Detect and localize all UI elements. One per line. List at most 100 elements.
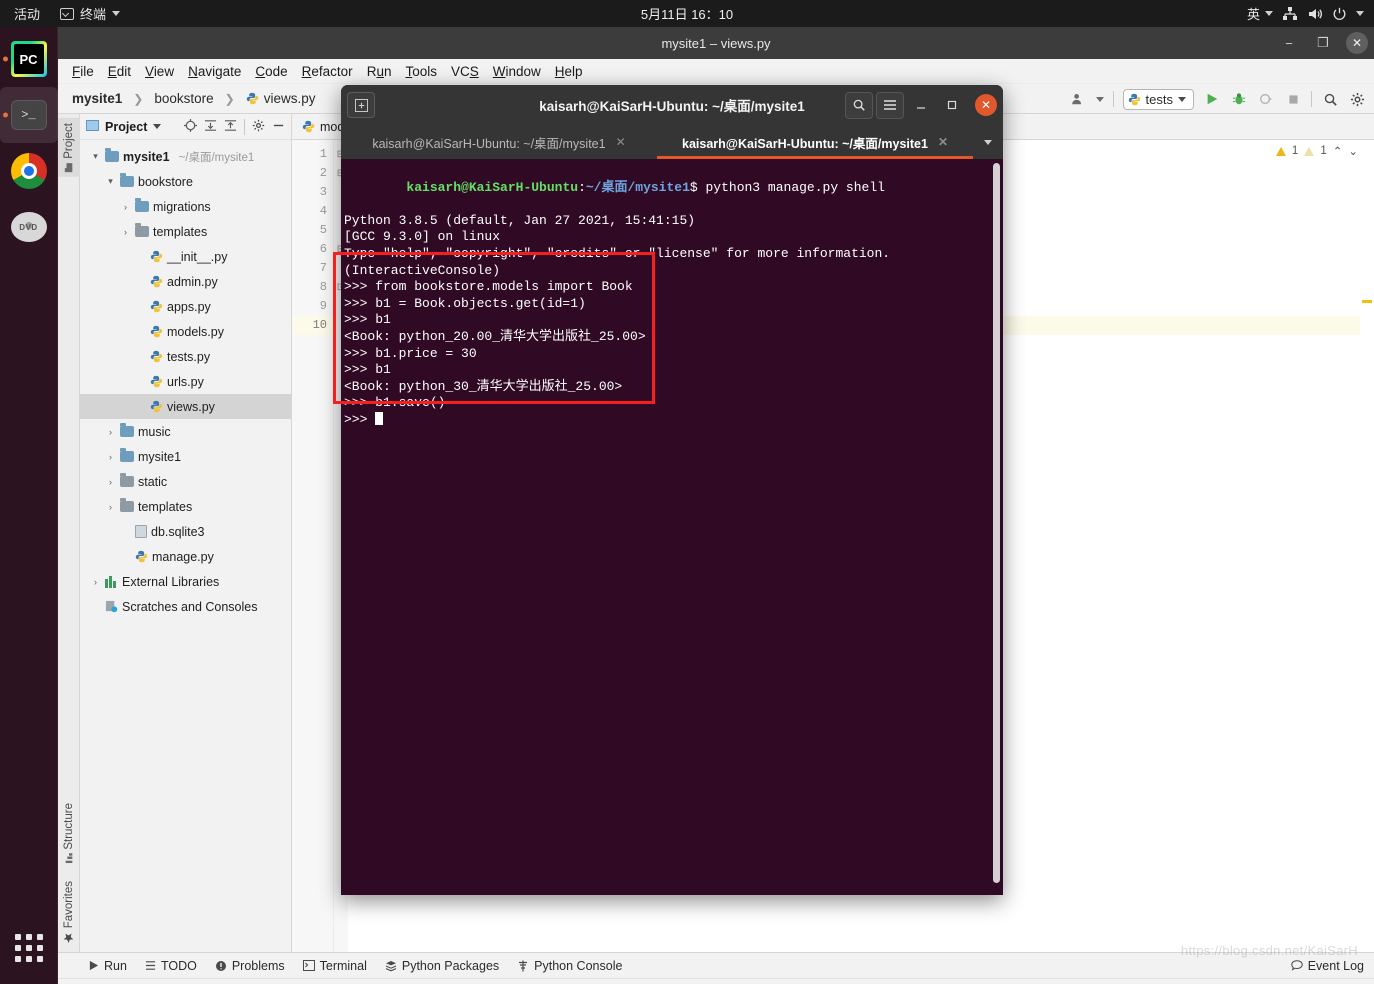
menu-run[interactable]: Run bbox=[367, 64, 392, 79]
sidebar-item-project[interactable]: Project bbox=[58, 118, 80, 177]
chevron-down-icon[interactable] bbox=[973, 125, 1003, 159]
tool-window-problems[interactable]: Problems bbox=[215, 959, 285, 973]
tree-expand-arrow[interactable]: ▾ bbox=[105, 176, 116, 187]
tree-expand-arrow[interactable]: › bbox=[120, 202, 131, 212]
activities-button[interactable]: 活动 bbox=[0, 4, 52, 23]
chevron-down-icon[interactable] bbox=[153, 124, 162, 129]
tree-item--init-py[interactable]: __init__.py bbox=[80, 244, 291, 269]
search-icon[interactable] bbox=[1321, 90, 1339, 108]
next-problem-button[interactable]: ⌄ bbox=[1348, 144, 1358, 158]
tree-item-bookstore[interactable]: ▾ bookstore bbox=[80, 169, 291, 194]
menu-file[interactable]: File bbox=[72, 64, 94, 79]
tree-item-models-py[interactable]: models.py bbox=[80, 319, 291, 344]
tool-window-terminal[interactable]: Terminal bbox=[302, 959, 367, 973]
breadcrumb-item-bookstore[interactable]: bookstore bbox=[154, 91, 213, 106]
tree-expand-arrow[interactable]: › bbox=[90, 577, 101, 587]
tree-item-music[interactable]: › music bbox=[80, 419, 291, 444]
menu-tools[interactable]: Tools bbox=[405, 64, 437, 79]
terminal-tab-2[interactable]: kaisarh@KaiSarH-Ubuntu: ~/桌面/mysite1 ✕ bbox=[657, 125, 973, 159]
tree-item-external-libraries[interactable]: › External Libraries bbox=[80, 569, 291, 594]
tree-item-mysite1[interactable]: › mysite1 bbox=[80, 444, 291, 469]
settings-icon[interactable] bbox=[252, 119, 265, 135]
tree-item-templates[interactable]: › templates bbox=[80, 494, 291, 519]
menu-vcs[interactable]: VCS bbox=[451, 64, 479, 79]
menu-refactor[interactable]: Refactor bbox=[302, 64, 353, 79]
tree-item-templates[interactable]: › templates bbox=[80, 219, 291, 244]
power-icon[interactable] bbox=[1332, 7, 1347, 21]
expand-all-icon[interactable] bbox=[204, 119, 217, 135]
hamburger-menu-icon[interactable] bbox=[876, 91, 904, 119]
tree-item-mysite1[interactable]: ▾ mysite1 ~/桌面/mysite1 bbox=[80, 144, 291, 169]
menu-window[interactable]: Window bbox=[493, 64, 541, 79]
tree-item-db-sqlite3[interactable]: db.sqlite3 bbox=[80, 519, 291, 544]
run-icon[interactable] bbox=[1203, 90, 1221, 108]
sidebar-item-structure[interactable]: Structure bbox=[58, 798, 80, 868]
inspection-widget[interactable]: 1 1 ⌃ ⌄ bbox=[1275, 144, 1358, 158]
tool-window-todo[interactable]: TODO bbox=[145, 959, 197, 973]
terminal-minimize-button[interactable] bbox=[907, 92, 935, 119]
menu-help[interactable]: Help bbox=[555, 64, 583, 79]
tool-window-run[interactable]: Run bbox=[88, 959, 127, 973]
collapse-all-icon[interactable] bbox=[224, 119, 237, 135]
dock-item-chrome[interactable] bbox=[0, 143, 58, 199]
tree-item-static[interactable]: › static bbox=[80, 469, 291, 494]
run-configuration-selector[interactable]: tests bbox=[1122, 88, 1194, 110]
warning-marker[interactable] bbox=[1362, 300, 1372, 303]
event-log-button[interactable]: Event Log bbox=[1291, 959, 1364, 973]
editor-marker-strip[interactable] bbox=[1360, 140, 1374, 952]
dock-item-pycharm[interactable]: PC bbox=[0, 31, 58, 87]
terminal-close-button[interactable]: ✕ bbox=[975, 94, 997, 116]
tree-expand-arrow[interactable]: ▾ bbox=[90, 151, 101, 162]
terminal-maximize-button[interactable] bbox=[938, 92, 966, 119]
new-tab-icon[interactable] bbox=[347, 92, 375, 118]
tree-item-manage-py[interactable]: manage.py bbox=[80, 544, 291, 569]
tree-item-migrations[interactable]: › migrations bbox=[80, 194, 291, 219]
previous-problem-button[interactable]: ⌃ bbox=[1333, 144, 1343, 158]
stop-icon[interactable] bbox=[1284, 90, 1302, 108]
tree-item-apps-py[interactable]: apps.py bbox=[80, 294, 291, 319]
coverage-icon[interactable] bbox=[1257, 90, 1275, 108]
show-applications-button[interactable] bbox=[0, 934, 58, 962]
network-icon[interactable] bbox=[1282, 6, 1298, 21]
debug-icon[interactable] bbox=[1230, 90, 1248, 108]
close-icon[interactable]: ✕ bbox=[938, 135, 948, 149]
sidebar-item-favorites[interactable]: Favorites bbox=[58, 876, 80, 948]
breadcrumb-item-file[interactable]: views.py bbox=[264, 91, 316, 106]
settings-icon[interactable] bbox=[1348, 90, 1366, 108]
maximize-button[interactable]: ❐ bbox=[1312, 32, 1334, 54]
tree-expand-arrow[interactable]: › bbox=[120, 227, 131, 237]
menu-navigate[interactable]: Navigate bbox=[188, 64, 241, 79]
minimize-button[interactable]: − bbox=[1278, 32, 1300, 54]
project-tree[interactable]: ▾ mysite1 ~/桌面/mysite1 ▾ bookstore › migration… bbox=[80, 140, 291, 619]
tree-item-views-py[interactable]: views.py bbox=[80, 394, 291, 419]
app-menu-terminal[interactable]: 终端 bbox=[52, 4, 128, 23]
tree-expand-arrow[interactable]: › bbox=[105, 502, 116, 512]
dock-item-dvd[interactable]: DVD bbox=[0, 199, 58, 255]
input-method-indicator[interactable]: 英 bbox=[1247, 4, 1273, 23]
close-icon[interactable]: ✕ bbox=[616, 135, 626, 149]
hide-panel-icon[interactable] bbox=[272, 119, 285, 135]
tree-expand-arrow[interactable]: › bbox=[105, 477, 116, 487]
tree-item-admin-py[interactable]: admin.py bbox=[80, 269, 291, 294]
clock[interactable]: 5月11日 16：10 bbox=[0, 4, 1374, 23]
terminal-tab-1[interactable]: kaisarh@KaiSarH-Ubuntu: ~/桌面/mysite1 ✕ bbox=[341, 125, 657, 159]
volume-icon[interactable] bbox=[1307, 7, 1323, 21]
terminal-scrollbar[interactable] bbox=[992, 163, 1001, 889]
user-icon[interactable] bbox=[1069, 90, 1087, 108]
breadcrumb-item-project[interactable]: mysite1 bbox=[72, 91, 122, 106]
terminal-output[interactable]: kaisarh@KaiSarH-Ubuntu:~/桌面/mysite1$ pyt… bbox=[341, 159, 1003, 895]
dock-item-terminal[interactable]: >_ bbox=[0, 87, 58, 143]
chevron-down-icon[interactable] bbox=[1356, 11, 1364, 16]
tree-expand-arrow[interactable]: › bbox=[105, 427, 116, 437]
menu-edit[interactable]: Edit bbox=[108, 64, 131, 79]
tree-item-scratches-and-consoles[interactable]: Scratches and Consoles bbox=[80, 594, 291, 619]
tree-expand-arrow[interactable]: › bbox=[105, 452, 116, 462]
search-icon[interactable] bbox=[845, 91, 873, 119]
tree-item-tests-py[interactable]: tests.py bbox=[80, 344, 291, 369]
close-button[interactable]: ✕ bbox=[1346, 32, 1368, 54]
tool-window-python-console[interactable]: Python Console bbox=[517, 959, 622, 973]
menu-view[interactable]: View bbox=[145, 64, 174, 79]
menu-code[interactable]: Code bbox=[255, 64, 287, 79]
tool-window-python-packages[interactable]: Python Packages bbox=[385, 959, 499, 973]
chevron-down-icon[interactable] bbox=[1095, 96, 1104, 102]
